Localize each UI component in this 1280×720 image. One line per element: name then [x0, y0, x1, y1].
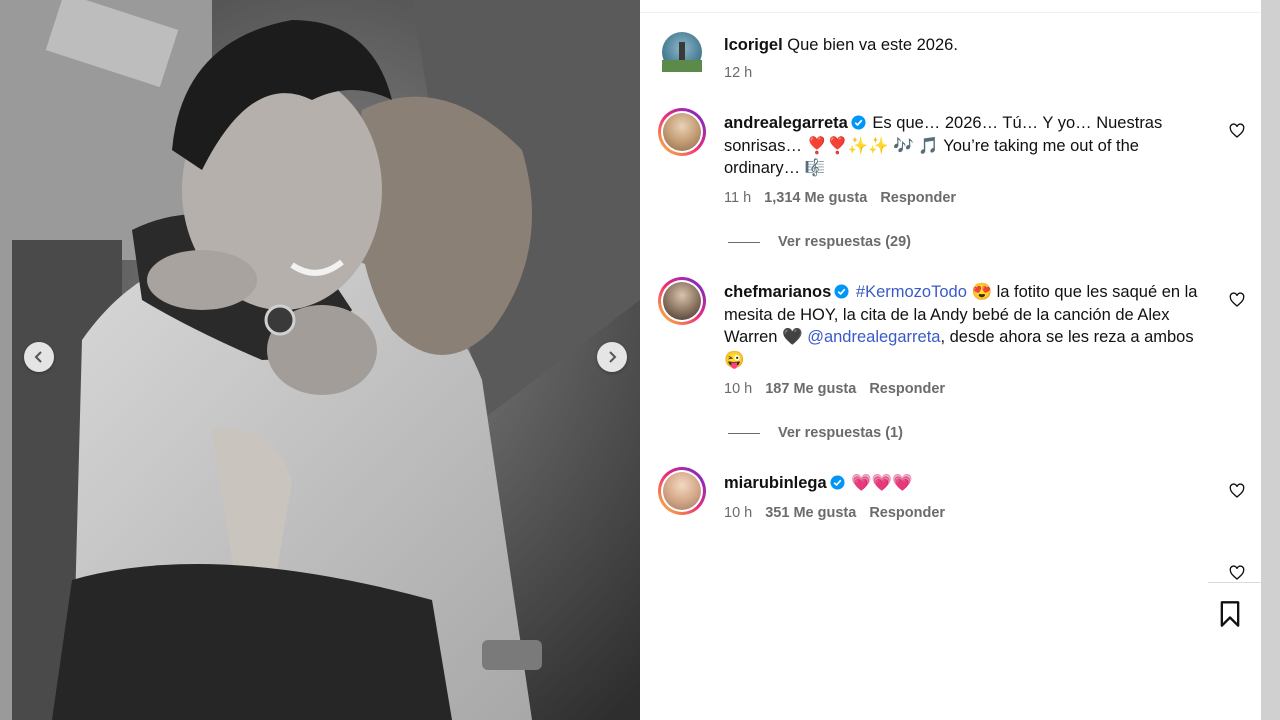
right-edge [1261, 0, 1280, 720]
avatar[interactable] [658, 467, 706, 515]
previous-image-button[interactable] [24, 342, 54, 372]
verified-icon [851, 115, 866, 130]
verified-icon [834, 284, 849, 299]
comment-username[interactable]: lcorigel [724, 36, 783, 54]
comment-likes[interactable]: 1,314 Me gusta [764, 190, 867, 206]
comment-body: Que bien va este 2026. [787, 36, 958, 54]
hashtag-link[interactable]: #KermozoTodo [856, 283, 967, 301]
avatar[interactable] [662, 32, 702, 72]
chevron-right-icon [609, 351, 617, 363]
comment-meta: 12 h [724, 65, 752, 81]
photo-image [12, 0, 640, 720]
avatar[interactable] [658, 277, 706, 325]
comment-time[interactable]: 11 h [724, 190, 751, 206]
comment-time[interactable]: 10 h [724, 505, 752, 521]
avatar-image [663, 472, 701, 510]
next-image-button[interactable] [597, 342, 627, 372]
left-edge [0, 0, 12, 720]
reply-button[interactable]: Responder [869, 505, 945, 521]
comment-likes[interactable]: 187 Me gusta [765, 381, 856, 397]
comment-text: lcorigel Que bien va este 2026. [724, 34, 1214, 57]
view-replies-button[interactable]: Ver respuestas (1) [728, 425, 903, 441]
bookmark-icon[interactable] [1216, 600, 1244, 628]
heart-icon[interactable] [1229, 292, 1245, 308]
heart-icon[interactable] [1229, 483, 1245, 499]
reply-button[interactable]: Responder [869, 381, 945, 397]
comment-text: andrealegarreta Es que… 2026… Tú… Y yo… … [724, 112, 1214, 180]
comment-time[interactable]: 12 h [724, 65, 752, 81]
reply-button[interactable]: Responder [880, 190, 956, 206]
view-replies-label: Ver respuestas (29) [778, 234, 911, 250]
comment-likes[interactable]: 351 Me gusta [765, 505, 856, 521]
avatar[interactable] [658, 108, 706, 156]
replies-dash [728, 432, 760, 434]
view-replies-button[interactable]: Ver respuestas (29) [728, 234, 911, 250]
heart-icon[interactable] [1229, 565, 1245, 581]
chevron-left-icon [34, 351, 42, 363]
comment-username[interactable]: andrealegarreta [724, 114, 848, 132]
replies-dash [728, 241, 760, 243]
comments-panel: lcorigel Que bien va este 2026. 12 h and… [640, 0, 1261, 720]
mention-link[interactable]: @andrealegarreta [807, 328, 940, 346]
comment-meta: 10 h 187 Me gusta Responder [724, 381, 945, 397]
comment-meta: 11 h 1,314 Me gusta Responder [724, 190, 956, 206]
avatar-image [663, 113, 701, 151]
comment-meta: 10 h 351 Me gusta Responder [724, 505, 945, 521]
comment-body: 💗💗💗 [851, 474, 913, 492]
heart-icon[interactable] [1229, 123, 1245, 139]
view-replies-label: Ver respuestas (1) [778, 425, 903, 441]
action-bar-divider [1208, 582, 1261, 583]
comment-text: chefmarianos #KermozoTodo 😍 la fotito qu… [724, 281, 1214, 371]
comment-username[interactable]: miarubinlega [724, 474, 827, 492]
comment-time[interactable]: 10 h [724, 381, 752, 397]
avatar-image [662, 42, 702, 72]
verified-icon [830, 475, 845, 490]
avatar-image [663, 282, 701, 320]
comment-text: miarubinlega 💗💗💗 [724, 472, 1214, 495]
post-photo [12, 0, 640, 720]
divider [640, 12, 1261, 13]
comment-username[interactable]: chefmarianos [724, 283, 831, 301]
